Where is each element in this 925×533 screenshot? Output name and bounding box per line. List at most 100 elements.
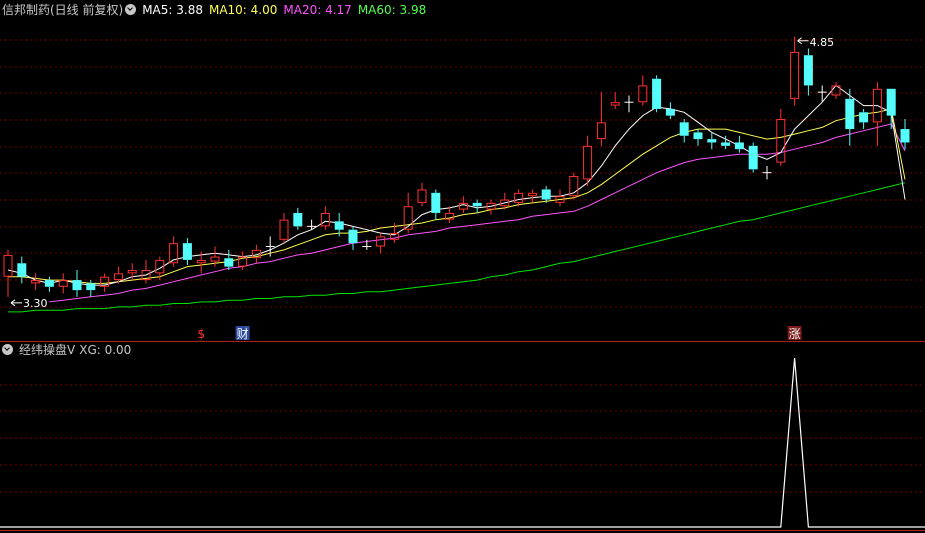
xg-label: XG: 0.00 — [79, 343, 132, 357]
candlestick — [514, 189, 524, 207]
candle-body — [86, 283, 96, 291]
candle-body — [734, 142, 744, 150]
candle-body — [376, 236, 386, 247]
candlestick — [624, 95, 634, 113]
event-marker-label: 财 — [237, 327, 249, 341]
candle-body — [293, 212, 303, 227]
main-chart-header: 信邦制药(日线 前复权) MA5: 3.88 MA10: 4.00 MA20: 4.1… — [2, 2, 432, 18]
chevron-down-icon[interactable] — [125, 4, 137, 15]
low-price-label: 3.30 — [23, 297, 48, 310]
xg-line — [0, 357, 925, 528]
candlestick — [734, 135, 744, 153]
candle-body — [196, 259, 206, 264]
candle-body — [472, 202, 482, 207]
ma60-line — [8, 182, 906, 313]
candlestick — [17, 256, 27, 284]
candle-body — [334, 221, 344, 230]
candlestick — [610, 92, 620, 109]
candle-body — [652, 78, 662, 109]
candlestick — [472, 199, 482, 213]
candle-body — [776, 118, 786, 163]
candlestick — [141, 259, 151, 284]
candle-body — [803, 55, 813, 86]
candlestick — [417, 182, 427, 207]
candlestick — [859, 108, 869, 130]
candle-body — [44, 280, 54, 287]
candle-body — [541, 189, 551, 200]
candlestick — [817, 85, 827, 103]
kline-chart[interactable]: 4.85 3.30 $ 财 涨 — [0, 0, 925, 533]
candlestick — [279, 212, 289, 244]
candlestick — [431, 189, 441, 220]
candle-body — [583, 145, 593, 180]
ma10-line — [8, 108, 906, 284]
candle-body — [3, 254, 13, 277]
candlestick — [693, 129, 703, 146]
candle-body — [859, 112, 869, 123]
candle-body — [679, 122, 689, 136]
candlestick — [679, 118, 689, 143]
candlestick — [293, 207, 303, 230]
event-marker: 财 — [235, 326, 250, 341]
candle-body — [610, 102, 620, 106]
candle-body — [58, 280, 68, 287]
ma5-line — [7, 84, 906, 286]
candlestick — [445, 206, 455, 224]
candlestick — [44, 276, 54, 292]
candlestick — [527, 189, 537, 203]
candle-body — [17, 263, 27, 277]
candle-body — [790, 51, 800, 99]
event-marker: $ — [197, 327, 205, 341]
ma10-label: MA10: 4.00 — [208, 3, 278, 17]
indicator-header: 经纬操盘V XG: 0.00 — [2, 342, 137, 358]
candlestick — [831, 82, 841, 99]
event-marker-label: $ — [197, 327, 205, 341]
candlestick — [348, 226, 358, 250]
candle-body — [514, 192, 524, 203]
candlestick — [583, 135, 593, 187]
candlestick — [803, 48, 813, 96]
candlestick — [72, 269, 82, 297]
candle-body — [210, 256, 220, 262]
candle-body — [748, 145, 758, 170]
candle-body — [417, 189, 427, 203]
candlestick — [31, 273, 41, 291]
candlestick — [3, 249, 13, 297]
stock-title: 信邦制药(日线 前复权) — [2, 3, 124, 17]
candle-body — [886, 88, 896, 116]
ma60-label: MA60: 3.98 — [357, 3, 427, 17]
indicator-title: 经纬操盘V — [19, 343, 76, 357]
candlestick — [790, 36, 800, 106]
candlestick — [665, 102, 675, 119]
candle-body — [72, 280, 82, 291]
ma20-label: MA20: 4.17 — [283, 3, 352, 17]
candle-body — [638, 85, 648, 103]
candle-body — [693, 132, 703, 140]
candle-body — [348, 229, 358, 244]
candlestick — [638, 75, 648, 106]
candle-body — [665, 108, 675, 116]
candlestick — [58, 273, 68, 294]
candle-body — [31, 280, 41, 284]
candlestick — [569, 172, 579, 200]
candlestick — [376, 233, 386, 254]
ma5-label: MA5: 3.88 — [142, 3, 203, 17]
candlestick — [872, 82, 882, 146]
candlestick — [596, 92, 606, 146]
candle-body — [113, 273, 123, 281]
candle-body — [900, 129, 910, 143]
candle-body — [320, 212, 330, 227]
candle-body — [182, 243, 192, 260]
high-price-label: 4.85 — [810, 36, 835, 49]
chevron-down-icon[interactable] — [2, 344, 13, 355]
candlestick — [762, 165, 772, 180]
candlestick — [486, 199, 496, 215]
candle-body — [127, 269, 137, 274]
candle-body — [707, 139, 717, 143]
candle-body — [224, 258, 234, 267]
candle-body — [845, 98, 855, 130]
candlestick — [707, 132, 717, 150]
candlestick — [652, 75, 662, 113]
candle-body — [527, 192, 537, 197]
candle-body — [431, 192, 441, 213]
